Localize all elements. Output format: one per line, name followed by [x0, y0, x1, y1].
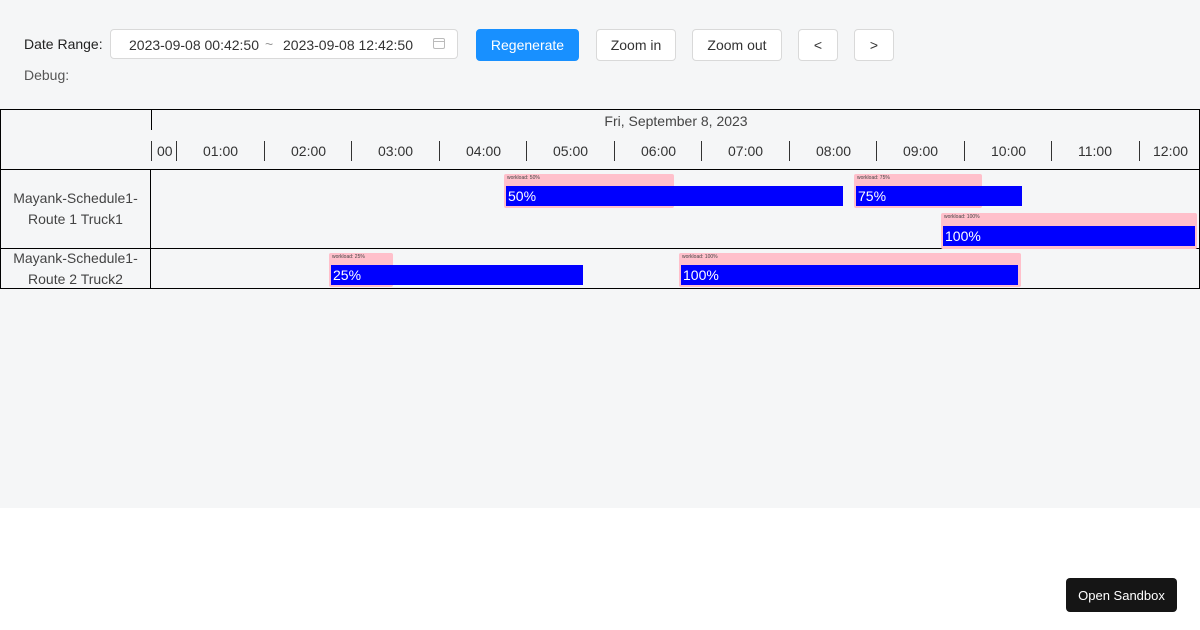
date-range-label-text: Date Range [24, 36, 99, 52]
zoom-in-button[interactable]: Zoom in [596, 29, 676, 61]
hour-label: 09:00 [903, 143, 939, 159]
hour-tick [701, 141, 702, 161]
label-column-separator [150, 169, 151, 288]
hour-tick [176, 141, 177, 161]
hour-tick [526, 141, 527, 161]
task-progress-bar[interactable]: 100% [943, 226, 1195, 246]
range-separator: ~ [265, 36, 274, 52]
debug-label: Debug: [24, 67, 70, 83]
hour-label: 00 [157, 143, 173, 159]
hour-tick [439, 141, 440, 161]
prev-button[interactable]: < [798, 29, 838, 61]
timeline-date: Fri, September 8, 2023 [604, 113, 748, 129]
hour-tick [1051, 141, 1052, 161]
hour-tick [876, 141, 877, 161]
task-bar[interactable]: workload: 100% 100% [679, 253, 1021, 287]
task-progress-bar[interactable]: 75% [856, 186, 1022, 206]
hour-tick [151, 141, 152, 161]
hour-label: 11:00 [1078, 143, 1112, 159]
hour-label: 03:00 [378, 143, 414, 159]
row-label-truck1: Mayank-Schedule1- Route 1 Truck1 [1, 188, 150, 230]
range-end-input[interactable]: 2023-09-08 12:42:50 [283, 37, 413, 53]
range-start-input[interactable]: 2023-09-08 00:42:50 [129, 37, 259, 53]
header-separator [1, 169, 1199, 170]
hour-tick [351, 141, 352, 161]
hour-label: 06:00 [641, 143, 677, 159]
task-bar[interactable]: workload: 100% 100% [941, 213, 1197, 249]
row-label-truck2: Mayank-Schedule1- Route 2 Truck2 [1, 248, 150, 288]
hour-tick [1139, 141, 1140, 161]
task-progress-bar[interactable]: 25% [331, 265, 583, 285]
hour-tick [264, 141, 265, 161]
calendar-icon[interactable] [433, 38, 445, 49]
hour-label: 02:00 [291, 143, 327, 159]
hour-label: 04:00 [466, 143, 502, 159]
gantt-chart: Fri, September 8, 2023 00 01:00 02:00 03… [0, 109, 1200, 289]
next-button[interactable]: > [854, 29, 894, 61]
app-container: Date Range: 2023-09-08 00:42:50 ~ 2023-0… [0, 0, 1200, 508]
task-workload-label: workload: 100% [944, 214, 980, 220]
row-label-line: Route 1 Truck1 [28, 211, 123, 227]
hour-tick [789, 141, 790, 161]
hour-label: 07:00 [728, 143, 764, 159]
row-label-line: Mayank-Schedule1- [13, 250, 138, 266]
date-range-label: Date Range: [24, 36, 103, 52]
hour-tick [964, 141, 965, 161]
task-progress-bar[interactable]: 100% [681, 265, 1018, 285]
date-range-picker[interactable]: 2023-09-08 00:42:50 ~ 2023-09-08 12:42:5… [110, 29, 458, 59]
hour-label: 10:00 [991, 143, 1027, 159]
label-colon: : [98, 36, 103, 52]
regenerate-button[interactable]: Regenerate [476, 29, 579, 61]
zoom-out-button[interactable]: Zoom out [692, 29, 782, 61]
hour-label: 08:00 [816, 143, 852, 159]
row-label-line: Mayank-Schedule1- [13, 190, 138, 206]
task-progress-bar[interactable]: 50% [506, 186, 843, 206]
open-sandbox-button[interactable]: Open Sandbox [1066, 578, 1177, 612]
hour-label: 05:00 [553, 143, 589, 159]
hour-label: 01:00 [203, 143, 239, 159]
hour-label: 12:00 [1153, 143, 1189, 159]
task-workload-label: workload: 25% [332, 254, 365, 260]
row-label-line: Route 2 Truck2 [28, 271, 123, 287]
task-workload-label: workload: 75% [857, 175, 890, 181]
hour-tick [614, 141, 615, 161]
task-workload-label: workload: 50% [507, 175, 540, 181]
task-workload-label: workload: 100% [682, 254, 718, 260]
